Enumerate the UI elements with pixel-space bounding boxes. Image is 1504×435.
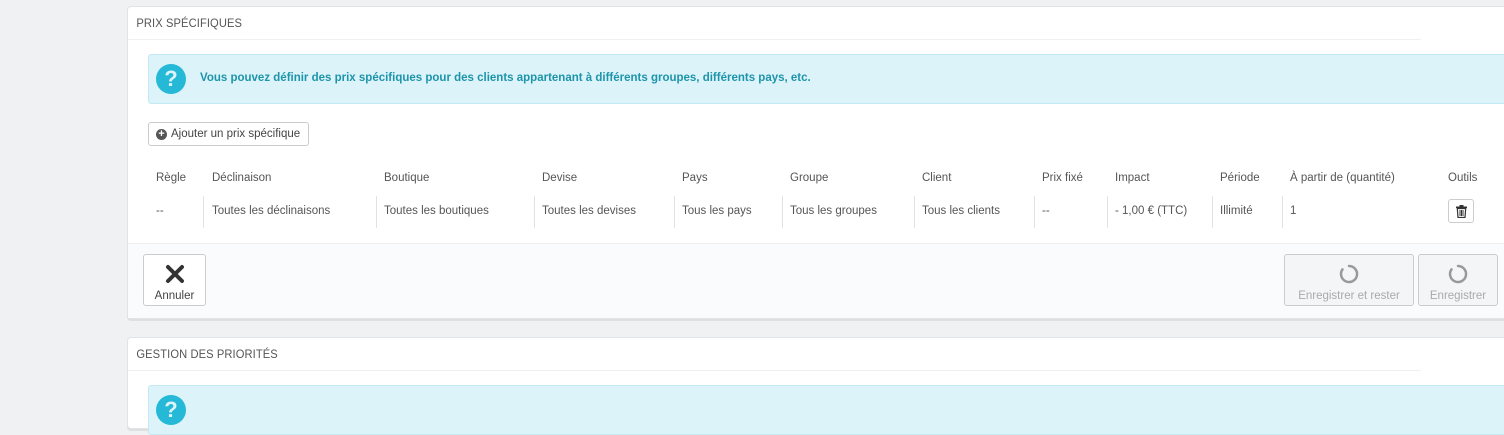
header-periode: Période	[1220, 172, 1260, 184]
column-separator	[534, 196, 535, 228]
column-separator	[674, 196, 675, 228]
spinner-icon	[1339, 264, 1359, 284]
info-alert: ? Vous pouvez définir des prix spécifiqu…	[148, 54, 1504, 104]
spinner-icon	[1448, 264, 1468, 284]
column-separator	[1107, 196, 1108, 228]
save-and-stay-button[interactable]: Enregistrer et rester	[1284, 254, 1414, 306]
column-separator	[1034, 196, 1035, 228]
header-boutique: Boutique	[384, 172, 430, 184]
column-separator	[1282, 196, 1283, 228]
trash-icon	[1456, 205, 1467, 218]
cell-prix-fixe: --	[1042, 205, 1050, 217]
info-alert: ?	[148, 385, 1504, 435]
close-icon	[165, 265, 184, 283]
cell-boutique: Toutes les boutiques	[384, 205, 489, 217]
info-message: Vous pouvez définir des prix spécifiques…	[200, 72, 811, 84]
panel-title: GESTION DES PRIORITÉS	[128, 338, 1421, 371]
header-groupe: Groupe	[790, 172, 829, 184]
delete-button[interactable]	[1448, 199, 1474, 223]
header-declinaison: Déclinaison	[212, 172, 272, 184]
cell-regle: --	[156, 205, 164, 217]
cell-declinaison: Toutes les déclinaisons	[212, 205, 331, 217]
column-separator	[203, 196, 204, 228]
specific-prices-panel: PRIX SPÉCIFIQUES ? Vous pouvez définir d…	[127, 6, 1504, 319]
header-quantite: À partir de (quantité)	[1290, 172, 1395, 184]
cell-client: Tous les clients	[922, 205, 1000, 217]
cancel-label: Annuler	[154, 290, 195, 302]
header-outils: Outils	[1448, 172, 1478, 184]
cancel-button[interactable]: Annuler	[143, 254, 206, 306]
header-client: Client	[922, 172, 952, 184]
header-impact: Impact	[1115, 172, 1150, 184]
plus-circle-icon: +	[156, 128, 167, 140]
save-label: Enregistrer	[1429, 290, 1487, 302]
cell-quantite: 1	[1290, 205, 1297, 217]
panel-title: PRIX SPÉCIFIQUES	[128, 7, 1421, 40]
header-devise: Devise	[542, 172, 578, 184]
cell-groupe: Tous les groupes	[790, 205, 877, 217]
column-separator	[1212, 196, 1213, 228]
header-prix-fixe: Prix fixé	[1042, 172, 1083, 184]
question-icon: ?	[156, 64, 186, 94]
add-specific-price-button[interactable]: + Ajouter un prix spécifique	[148, 122, 310, 146]
header-regle: Règle	[156, 172, 187, 184]
cell-periode: Illimité	[1220, 205, 1253, 217]
cell-devise: Toutes les devises	[542, 205, 636, 217]
column-separator	[782, 196, 783, 228]
save-and-stay-label: Enregistrer et rester	[1298, 290, 1400, 302]
question-icon: ?	[156, 395, 186, 425]
cell-impact: - 1,00 € (TTC)	[1115, 205, 1188, 217]
add-button-label: Ajouter un prix spécifique	[171, 128, 301, 140]
priority-management-panel: GESTION DES PRIORITÉS ?	[127, 337, 1504, 435]
cell-pays: Tous les pays	[682, 205, 752, 217]
save-button[interactable]: Enregistrer	[1418, 254, 1498, 306]
header-pays: Pays	[682, 172, 708, 184]
column-separator	[914, 196, 915, 228]
column-separator	[376, 196, 377, 228]
